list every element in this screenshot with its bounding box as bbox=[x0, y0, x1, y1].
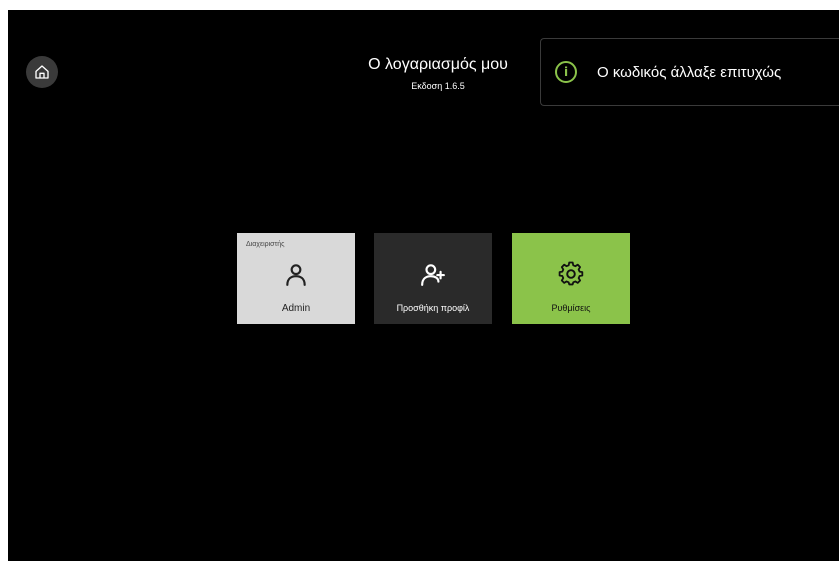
page-title: Ο λογαριασμός μου bbox=[368, 56, 508, 73]
profile-role: Διαχειριστής bbox=[246, 241, 285, 248]
version-label: Εκδοση 1.6.5 bbox=[411, 81, 465, 91]
add-profile-tile[interactable]: Προσθήκη προφίλ bbox=[374, 233, 492, 324]
home-button[interactable] bbox=[26, 56, 58, 88]
profile-tile-admin[interactable]: Διαχειριστής Admin bbox=[237, 233, 355, 324]
gear-icon bbox=[558, 261, 584, 286]
settings-tile[interactable]: Ρυθμίσεις bbox=[512, 233, 630, 324]
add-user-icon bbox=[421, 264, 445, 286]
profile-name: Admin bbox=[281, 303, 311, 314]
toast-message: Ο κωδικός άλλαξε επιτυχώς bbox=[597, 63, 782, 81]
home-icon bbox=[35, 65, 49, 79]
add-profile-label: Προσθήκη προφίλ bbox=[396, 303, 470, 313]
app-screen: Ο λογαριασμός μου Εκδοση 1.6.5 i Ο κωδικ… bbox=[8, 10, 839, 561]
info-icon: i bbox=[555, 61, 577, 83]
user-icon bbox=[286, 264, 306, 286]
settings-label: Ρυθμίσεις bbox=[551, 303, 591, 313]
success-toast: i Ο κωδικός άλλαξε επιτυχώς bbox=[540, 38, 839, 106]
